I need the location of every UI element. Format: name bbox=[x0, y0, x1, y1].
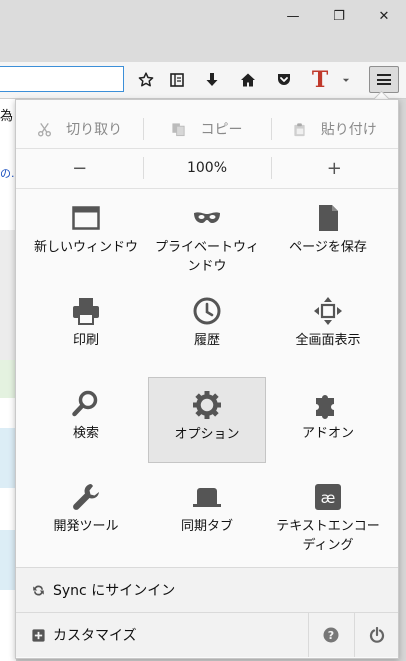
app-menu-panel: 切り取り コピー 貼り付け − 100% + 新しいウィンドウ プライベートウィ… bbox=[15, 99, 399, 659]
synced-tabs-icon bbox=[190, 482, 224, 512]
addons-label: アドオン bbox=[301, 426, 354, 441]
print-icon bbox=[69, 296, 103, 326]
edit-controls-row: 切り取り コピー 貼り付け bbox=[16, 110, 398, 149]
fullscreen-icon bbox=[311, 296, 345, 326]
navigation-toolbar: T bbox=[0, 62, 406, 99]
addons-button[interactable]: アドオン bbox=[269, 377, 387, 463]
customize-row: カスタマイズ ? bbox=[16, 612, 398, 657]
customize-label[interactable]: カスタマイズ bbox=[53, 625, 137, 645]
copy-label: コピー bbox=[200, 122, 243, 138]
home-icon[interactable] bbox=[236, 69, 260, 91]
gear-icon bbox=[190, 390, 224, 420]
hamburger-icon bbox=[377, 74, 391, 85]
page-behind-white-2 bbox=[0, 488, 16, 530]
text-encoding-button[interactable]: æ テキストエンコーディング bbox=[269, 470, 387, 556]
save-page-button[interactable]: ページを保存 bbox=[269, 191, 387, 277]
fullscreen-label: 全画面表示 bbox=[295, 333, 361, 348]
page-behind-blue-1 bbox=[0, 428, 16, 488]
history-label: 履歴 bbox=[193, 333, 220, 348]
help-question-icon: ? bbox=[323, 627, 339, 643]
search-icon bbox=[69, 389, 103, 419]
page-behind-link-text: の. bbox=[0, 167, 15, 180]
power-icon bbox=[369, 627, 385, 643]
cut-button[interactable]: 切り取り bbox=[16, 110, 143, 148]
print-label: 印刷 bbox=[72, 333, 99, 348]
private-window-button[interactable]: プライベートウィンドウ bbox=[148, 191, 266, 277]
puzzle-icon bbox=[311, 389, 345, 419]
open-menu-button[interactable] bbox=[369, 66, 399, 93]
scissors-icon bbox=[37, 122, 52, 137]
close-button[interactable]: ✕ bbox=[373, 6, 395, 26]
new-window-label: 新しいウィンドウ bbox=[33, 240, 138, 255]
developer-tools-label: 開発ツール bbox=[53, 519, 119, 534]
dropdown-chevron-icon[interactable] bbox=[336, 69, 356, 91]
zoom-out-button[interactable]: − bbox=[16, 148, 143, 188]
wrench-icon bbox=[69, 482, 103, 512]
private-mask-icon bbox=[190, 203, 224, 233]
pocket-icon[interactable] bbox=[272, 69, 296, 91]
options-label: オプション bbox=[174, 427, 240, 442]
synced-tabs-button[interactable]: 同期タブ bbox=[148, 470, 266, 556]
sync-signin-button[interactable]: Sync にサインイン bbox=[16, 567, 398, 612]
options-button[interactable]: オプション bbox=[148, 377, 266, 463]
page-behind-top: 為 bbox=[0, 99, 16, 159]
zoom-minus-label: − bbox=[72, 157, 88, 179]
text-encoding-icon: æ bbox=[311, 482, 345, 512]
page-behind-link[interactable]: の. bbox=[0, 159, 16, 187]
page-behind-bottom bbox=[0, 590, 16, 661]
reading-list-icon[interactable] bbox=[165, 69, 189, 91]
developer-tools-button[interactable]: 開発ツール bbox=[27, 470, 145, 556]
bookmark-star-icon[interactable] bbox=[134, 69, 158, 91]
new-window-icon bbox=[69, 203, 103, 233]
plus-square-icon bbox=[32, 628, 45, 642]
page-behind-gray bbox=[0, 230, 16, 360]
paste-label: 貼り付け bbox=[320, 122, 377, 138]
quit-button[interactable] bbox=[354, 613, 399, 657]
svg-text:æ: æ bbox=[321, 489, 336, 507]
sync-signin-label: Sync にサインイン bbox=[53, 583, 176, 599]
sync-icon bbox=[32, 584, 45, 597]
save-page-icon bbox=[311, 203, 345, 233]
download-arrow-icon[interactable] bbox=[200, 69, 224, 91]
private-window-label: プライベートウィンドウ bbox=[154, 240, 259, 274]
history-button[interactable]: 履歴 bbox=[148, 284, 266, 370]
page-behind-block bbox=[0, 187, 16, 230]
page-behind-char: 為 bbox=[0, 109, 14, 124]
page-behind-blue-2 bbox=[0, 530, 16, 590]
reader-t-button[interactable]: T bbox=[308, 69, 332, 91]
save-page-label: ページを保存 bbox=[289, 240, 367, 255]
history-clock-icon bbox=[190, 296, 224, 326]
find-label: 検索 bbox=[72, 426, 99, 441]
synced-tabs-label: 同期タブ bbox=[180, 519, 233, 534]
zoom-in-button[interactable]: + bbox=[270, 148, 398, 188]
zoom-reset-button[interactable]: 100% bbox=[143, 148, 270, 188]
page-behind-white bbox=[0, 398, 16, 428]
zoom-controls-row: − 100% + bbox=[16, 148, 398, 189]
window-titlebar: — ❐ ✕ bbox=[0, 0, 406, 62]
zoom-level: 100% bbox=[186, 160, 227, 176]
paste-button[interactable]: 貼り付け bbox=[270, 110, 398, 148]
fullscreen-button[interactable]: 全画面表示 bbox=[269, 284, 387, 370]
find-button[interactable]: 検索 bbox=[27, 377, 145, 463]
zoom-plus-label: + bbox=[326, 157, 342, 179]
minimize-button[interactable]: — bbox=[282, 6, 304, 26]
page-behind-green bbox=[0, 360, 16, 398]
new-window-button[interactable]: 新しいウィンドウ bbox=[27, 191, 145, 277]
restore-button[interactable]: ❐ bbox=[328, 6, 350, 26]
cut-label: 切り取り bbox=[66, 122, 123, 138]
print-button[interactable]: 印刷 bbox=[27, 284, 145, 370]
text-encoding-label: テキストエンコーディング bbox=[276, 519, 380, 553]
clipboard-icon bbox=[292, 122, 307, 137]
search-input[interactable] bbox=[0, 66, 124, 92]
help-button[interactable]: ? bbox=[308, 613, 353, 657]
copy-button[interactable]: コピー bbox=[143, 110, 270, 148]
copy-icon bbox=[171, 122, 186, 137]
svg-text:?: ? bbox=[328, 629, 334, 642]
